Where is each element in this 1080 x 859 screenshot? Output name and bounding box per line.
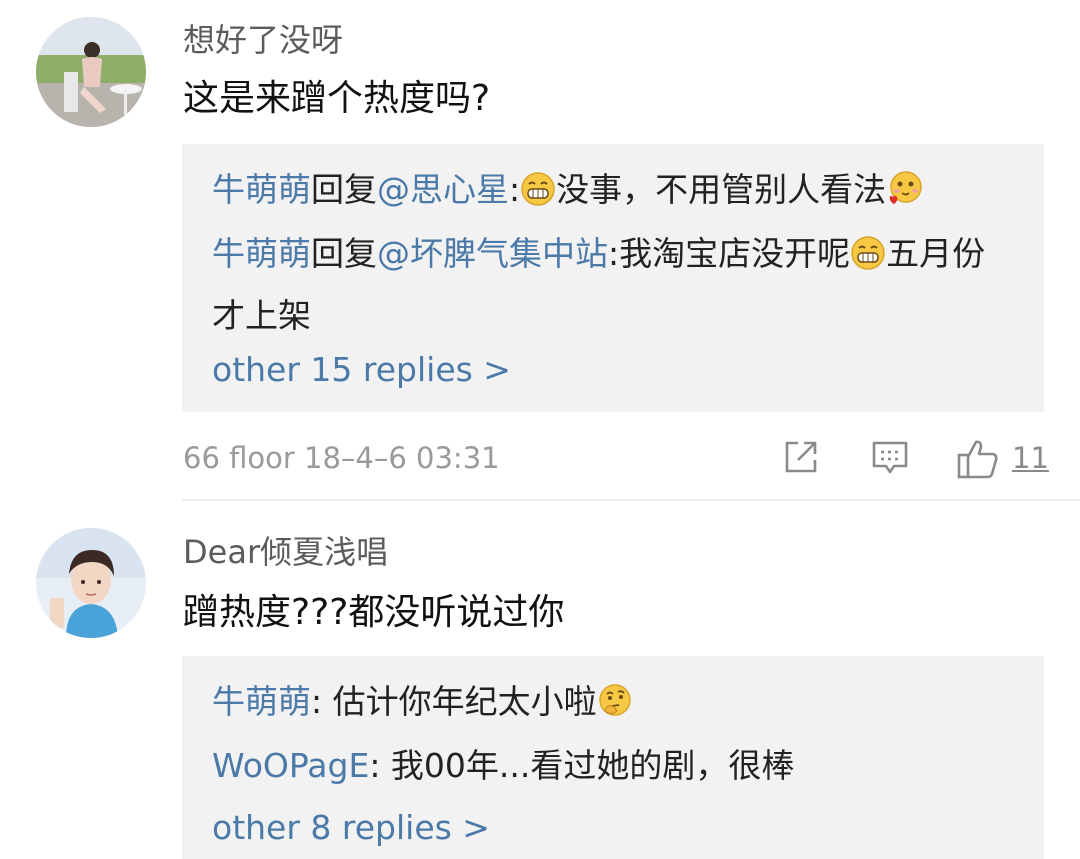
comment-text: 蹭热度???都没听说过你 [183,592,565,633]
comment-item: 想好了没呀 这是来蹭个热度吗? 牛萌萌回复@思心星: 没事，不用管别人看法 牛萌萌… [0,0,1080,500]
share-icon[interactable] [782,438,820,480]
reply-separator: : [608,234,620,273]
reply-text: 没事，不用管别人看法 [556,170,887,209]
reply-separator: : [369,746,391,785]
reply-text: 估计你年纪太小啦 [332,682,597,721]
reply-item: 牛萌萌回复@坏脾气集中站:我淘宝店没开呢 五月份才上架 [212,226,1012,344]
reply-separator: : [509,170,521,209]
reply-item: 牛萌萌: 估计你年纪太小啦 [212,674,1012,736]
reply-separator: : [311,682,333,721]
avatar[interactable] [36,17,146,127]
like-count[interactable]: 11 [1012,436,1049,480]
reply-author[interactable]: 牛萌萌 [212,234,311,273]
grin-emoji-icon [850,232,886,288]
reply-author[interactable]: WoOPagE [212,746,369,785]
thinking-emoji-icon [597,680,633,736]
thumbs-up-icon[interactable] [956,438,1000,484]
replies-box[interactable]: 牛萌萌: 估计你年纪太小啦 WoOPagE: 我00年...看过她的剧，很棒 o… [182,656,1044,859]
comment-thread: 想好了没呀 这是来蹭个热度吗? 牛萌萌回复@思心星: 没事，不用管别人看法 牛萌萌… [0,0,1080,859]
reply-item: 牛萌萌回复@思心星: 没事，不用管别人看法 [212,162,1012,224]
reply-mention[interactable]: @思心星 [377,170,509,209]
reply-item: WoOPagE: 我00年...看过她的剧，很棒 [212,738,1012,794]
comment-item: Dear倾夏浅唱 蹭热度???都没听说过你 牛萌萌: 估计你年纪太小啦 WoOP… [0,500,1080,859]
comment-username[interactable]: 想好了没呀 [183,18,343,62]
reply-text: 我淘宝店没开呢 [619,234,851,273]
reply-verb: 回复 [311,170,377,209]
avatar[interactable] [36,528,146,638]
comment-icon[interactable] [870,438,910,482]
reply-mention[interactable]: @坏脾气集中站 [377,234,608,273]
replies-box[interactable]: 牛萌萌回复@思心星: 没事，不用管别人看法 牛萌萌回复@坏脾气集中站:我淘宝店没开… [182,144,1044,412]
comment-actions: 11 [0,434,1080,482]
reply-author[interactable]: 牛萌萌 [212,170,311,209]
love-emoji-icon [886,168,924,224]
reply-verb: 回复 [311,234,377,273]
reply-text: 我00年...看过她的剧，很棒 [390,746,795,785]
comment-text: 这是来蹭个热度吗? [183,78,491,119]
more-replies-link[interactable]: other 8 replies > [212,806,490,850]
comment-username[interactable]: Dear倾夏浅唱 [183,530,388,574]
more-replies-link[interactable]: other 15 replies > [212,348,511,392]
grin-emoji-icon [520,168,556,224]
reply-author[interactable]: 牛萌萌 [212,682,311,721]
